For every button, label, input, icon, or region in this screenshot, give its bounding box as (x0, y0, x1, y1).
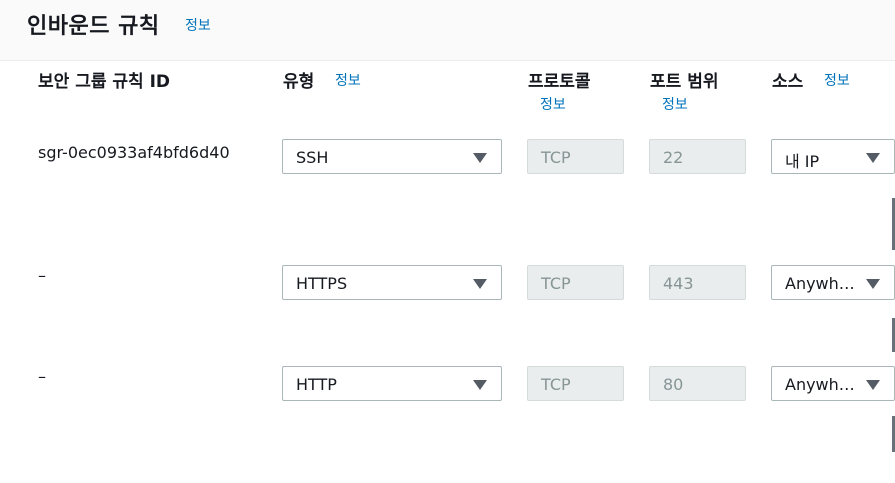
source-select-value: 내 IP (785, 152, 820, 171)
port-range-value: 443 (663, 274, 694, 293)
port-range-value: 22 (663, 148, 684, 167)
port-range-field: 80 (649, 366, 746, 401)
protocol-value: TCP (541, 274, 571, 293)
col-header-protocol: 프로토콜 (528, 72, 591, 92)
source-info-link[interactable]: 정보 (824, 70, 850, 90)
col-header-source: 소스 (772, 72, 804, 92)
source-select[interactable]: 내 IP (771, 139, 895, 174)
source-select[interactable]: Anywh… (771, 366, 895, 401)
protocol-field: TCP (527, 139, 624, 174)
caret-down-icon (866, 380, 880, 390)
caret-down-icon (473, 279, 487, 289)
port-range-field: 22 (649, 139, 746, 174)
caret-down-icon (473, 153, 487, 163)
type-select-value: SSH (296, 148, 329, 167)
port-range-value: 80 (663, 375, 684, 394)
source-select-value: Anywh… (785, 375, 855, 394)
type-select[interactable]: HTTP (282, 366, 502, 401)
rule-id: – (38, 266, 46, 285)
section-title: 인바운드 규칙 (27, 14, 160, 39)
caret-down-icon (866, 279, 880, 289)
type-select[interactable]: SSH (282, 139, 502, 174)
protocol-info-link[interactable]: 정보 (540, 94, 566, 114)
type-select-value: HTTPS (296, 274, 348, 293)
header-info-link[interactable]: 정보 (185, 15, 211, 35)
section-header: 인바운드 규칙 정보 (0, 0, 895, 61)
protocol-value: TCP (541, 375, 571, 394)
port-info-link[interactable]: 정보 (662, 94, 688, 114)
caret-down-icon (866, 153, 880, 163)
protocol-field: TCP (527, 265, 624, 300)
type-select-value: HTTP (296, 375, 337, 394)
caret-down-icon (473, 380, 487, 390)
col-header-port-range: 포트 범위 (650, 72, 719, 92)
type-info-link[interactable]: 정보 (335, 70, 361, 90)
source-select-value: Anywh… (785, 274, 855, 293)
protocol-field: TCP (527, 366, 624, 401)
col-header-rule-id: 보안 그룹 규칙 ID (38, 72, 171, 92)
protocol-value: TCP (541, 148, 571, 167)
port-range-field: 443 (649, 265, 746, 300)
rule-id: – (38, 367, 46, 386)
type-select[interactable]: HTTPS (282, 265, 502, 300)
col-header-type: 유형 (283, 72, 315, 92)
rule-id: sgr-0ec0933af4bfd6d40 (38, 143, 230, 162)
source-select[interactable]: Anywh… (771, 265, 895, 300)
